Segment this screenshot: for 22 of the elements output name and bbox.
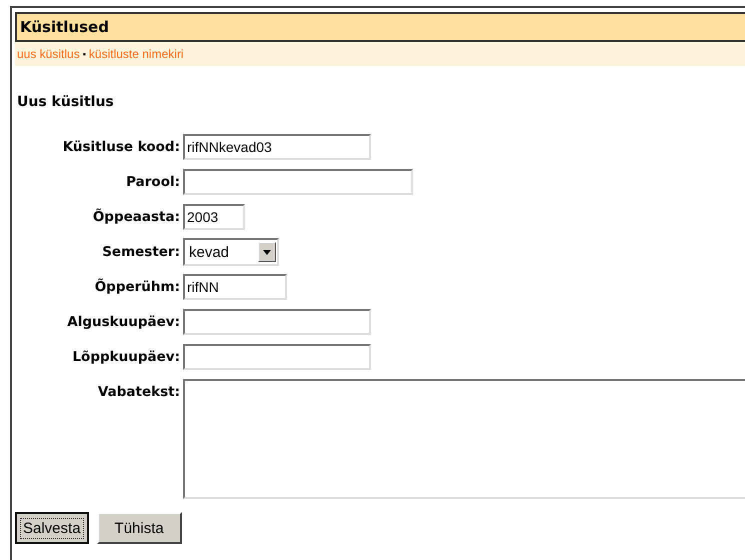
section-title: Küsitlused	[15, 12, 745, 42]
form-heading: Uus küsitlus	[17, 94, 115, 112]
input-field[interactable]: rifNNkevad03	[183, 134, 371, 160]
form-button[interactable]: Salvesta	[15, 512, 89, 544]
field-label: Parool:	[125, 173, 180, 192]
input-field[interactable]	[183, 344, 371, 370]
caret-icon	[263, 250, 271, 254]
field-label: Õpperühm:	[94, 278, 180, 297]
form-button[interactable]: Tühista	[96, 512, 182, 544]
field-label: Küsitluse kood:	[62, 138, 180, 157]
input-field[interactable]: 2003	[183, 204, 245, 230]
input-field[interactable]	[183, 169, 413, 195]
field-label: Vabatekst:	[96, 383, 180, 402]
field-label: Alguskuupäev:	[66, 313, 180, 332]
field-label: Õppeaasta:	[92, 208, 180, 227]
field-label: Lõppkuupäev:	[71, 348, 180, 367]
input-field[interactable]: rifNN	[183, 274, 287, 300]
field-label: Semester:	[101, 243, 180, 262]
input-field[interactable]	[183, 309, 371, 335]
separator-mark: ▪	[82, 49, 86, 59]
dropdown[interactable]: kevad	[183, 238, 279, 266]
text-area[interactable]	[183, 379, 745, 499]
